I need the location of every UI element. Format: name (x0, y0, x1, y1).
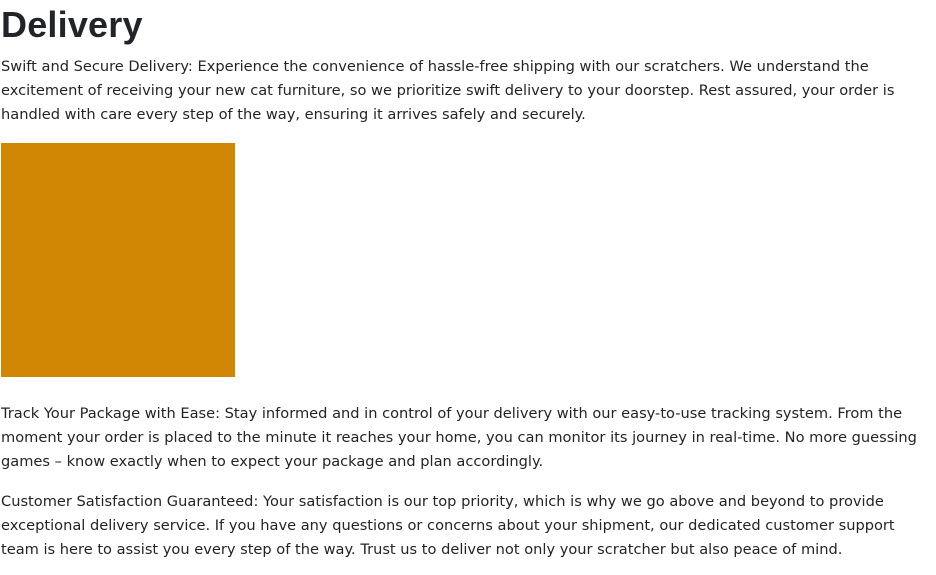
page-title: Delivery (1, 4, 143, 45)
delivery-image-placeholder (1, 143, 235, 377)
delivery-paragraph-tracking: Track Your Package with Ease: Stay infor… (1, 405, 917, 470)
delivery-page: Delivery Swift and Secure Delivery: Expe… (0, 0, 936, 575)
delivery-paragraph-swift-secure: Swift and Secure Delivery: Experience th… (1, 58, 895, 123)
delivery-paragraph-satisfaction: Customer Satisfaction Guaranteed: Your s… (1, 493, 895, 558)
